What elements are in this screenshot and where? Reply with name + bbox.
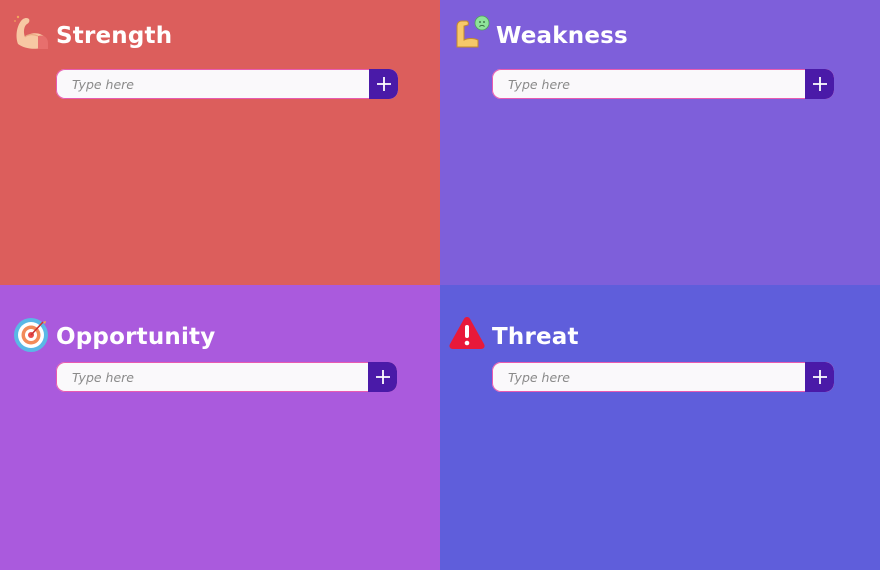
plus-icon bbox=[812, 370, 827, 384]
opportunity-entry bbox=[56, 362, 397, 392]
strength-input[interactable] bbox=[56, 69, 369, 99]
opportunity-quadrant: Opportunity bbox=[0, 285, 440, 570]
weakness-quadrant: Weakness bbox=[440, 0, 880, 285]
threat-add-button[interactable] bbox=[805, 362, 834, 392]
threat-entry bbox=[492, 362, 834, 392]
strength-quadrant: Strength bbox=[0, 0, 440, 285]
strength-header: Strength bbox=[12, 14, 172, 52]
target-dart-icon bbox=[12, 315, 50, 353]
weak-arm-sad-face-icon bbox=[452, 14, 490, 52]
threat-title: Threat bbox=[492, 324, 579, 350]
threat-header: Threat bbox=[448, 315, 579, 353]
opportunity-title: Opportunity bbox=[56, 324, 216, 350]
threat-input[interactable] bbox=[492, 362, 805, 392]
warning-triangle-icon bbox=[448, 315, 486, 353]
weakness-title: Weakness bbox=[496, 23, 628, 49]
opportunity-header: Opportunity bbox=[12, 315, 215, 353]
opportunity-add-button[interactable] bbox=[368, 362, 397, 392]
weakness-input[interactable] bbox=[492, 69, 805, 99]
plus-icon bbox=[375, 370, 390, 384]
threat-quadrant: Threat bbox=[440, 285, 880, 570]
strength-entry bbox=[56, 69, 398, 99]
flexed-biceps-icon bbox=[12, 14, 50, 52]
weakness-entry bbox=[492, 69, 834, 99]
strength-title: Strength bbox=[56, 23, 173, 49]
plus-icon bbox=[376, 77, 391, 91]
weakness-header: Weakness bbox=[452, 14, 628, 52]
swot-grid: Strength Weakness bbox=[0, 0, 880, 570]
strength-add-button[interactable] bbox=[369, 69, 398, 99]
weakness-add-button[interactable] bbox=[805, 69, 834, 99]
opportunity-input[interactable] bbox=[56, 362, 368, 392]
plus-icon bbox=[812, 77, 827, 91]
